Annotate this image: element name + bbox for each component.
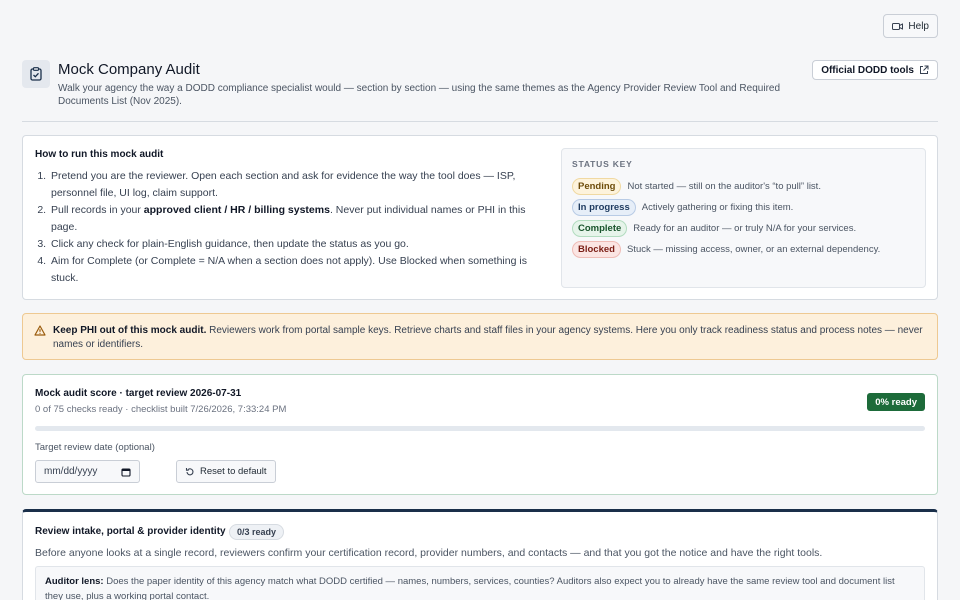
in-progress-badge: In progress (572, 199, 636, 216)
section-description: Before anyone looks at a single record, … (35, 547, 823, 559)
auditor-lens: Auditor lens: Does the paper identity of… (35, 566, 925, 600)
how-to-step: Click any check for plain-English guidan… (49, 236, 549, 253)
how-to-step: Aim for Complete (or Complete = N/A when… (49, 253, 549, 287)
help-label: Help (908, 20, 929, 32)
status-key-title: STATUS KEY (572, 159, 633, 169)
target-date-label: Target review date (optional) (35, 442, 155, 453)
status-key-row: In progress Actively gathering or fixing… (572, 199, 793, 216)
help-button[interactable]: Help (883, 14, 938, 38)
how-to-step: Pretend you are the reviewer. Open each … (49, 168, 549, 202)
page-subtitle: Walk your agency the way a DODD complian… (58, 83, 781, 107)
complete-badge: Complete (572, 220, 628, 237)
date-placeholder: mm/dd/yyyy (44, 466, 98, 477)
reset-label: Reset to default (200, 466, 267, 477)
warning-text: Keep PHI out of this mock audit. Reviewe… (53, 324, 923, 352)
section-title: Review intake, portal & provider identit… (35, 526, 226, 537)
score-subtitle: 0 of 75 checks ready · checklist built 7… (35, 404, 287, 415)
video-icon (892, 22, 904, 30)
phi-warning-banner: Keep PHI out of this mock audit. Reviewe… (22, 313, 938, 360)
how-to-steps: Pretend you are the reviewer. Open each … (49, 168, 549, 287)
target-date-input[interactable]: mm/dd/yyyy (35, 460, 140, 483)
score-card: Mock audit score · target review 2026-07… (22, 374, 938, 495)
clipboard-check-icon (22, 60, 50, 88)
status-desc: Stuck — missing access, owner, or an ext… (626, 244, 881, 255)
readiness-progress-bar (35, 426, 925, 431)
official-dodd-tools-button[interactable]: Official DODD tools (812, 60, 938, 80)
status-key-row: Pending Not started — still on the audit… (572, 178, 821, 195)
calendar-icon[interactable] (121, 467, 131, 477)
page-header: Mock Company Audit Walk your agency the … (22, 58, 938, 122)
step-text: Pretend you are the reviewer. Open each … (51, 170, 516, 199)
score-title: Mock audit score · target review 2026-07… (35, 388, 242, 399)
status-key-row: Blocked Stuck — missing access, owner, o… (572, 241, 880, 258)
section-card-intake[interactable]: Review intake, portal & provider identit… (22, 509, 938, 600)
how-to-step: Pull records in your approved client / H… (49, 202, 549, 236)
ready-percent-badge: 0% ready (867, 393, 925, 411)
reset-icon (185, 467, 194, 475)
status-desc: Ready for an auditor — or truly N/A for … (633, 223, 857, 234)
auditor-lens-text: Auditor lens: Does the paper identity of… (45, 574, 905, 600)
external-link-icon (920, 65, 929, 74)
status-key-row: Complete Ready for an auditor — or truly… (572, 220, 856, 237)
step-text: Pull records in your (51, 204, 144, 216)
status-desc: Not started — still on the auditor's “to… (627, 181, 821, 192)
step-text: Click any check for plain-English guidan… (51, 238, 409, 250)
dodd-button-label: Official DODD tools (821, 64, 914, 76)
warning-bold: Keep PHI out of this mock audit. (53, 325, 207, 336)
reset-to-default-button[interactable]: Reset to default (176, 460, 276, 483)
auditor-lens-label: Auditor lens: (45, 576, 104, 587)
section-ready-badge: 0/3 ready (229, 524, 285, 540)
auditor-lens-body: Does the paper identity of this agency m… (45, 576, 895, 600)
how-to-card: How to run this mock audit Pretend you a… (22, 135, 938, 300)
page-title: Mock Company Audit (58, 61, 200, 78)
status-key: STATUS KEY Pending Not started — still o… (561, 148, 926, 288)
how-to-title: How to run this mock audit (35, 149, 164, 160)
pending-badge: Pending (572, 178, 622, 195)
status-desc: Actively gathering or fixing this item. (641, 202, 794, 213)
step-bold-text: approved client / HR / billing systems (143, 204, 330, 216)
blocked-badge: Blocked (572, 241, 621, 258)
step-text: Aim for Complete (or Complete = N/A when… (51, 255, 527, 284)
warning-triangle-icon (34, 325, 46, 336)
